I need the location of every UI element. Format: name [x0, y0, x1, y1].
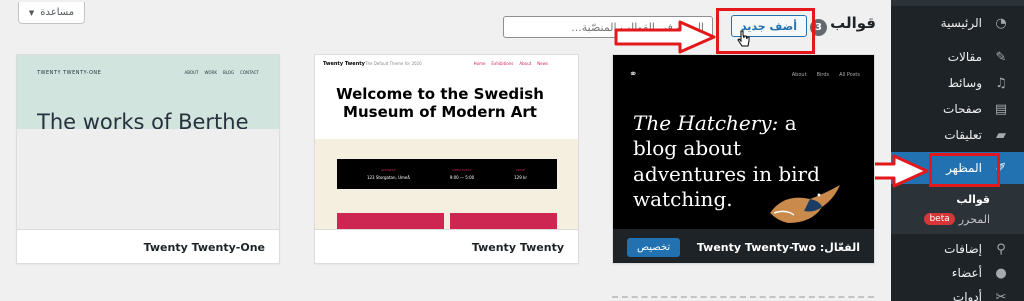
- theme-name-bar: Twenty Twenty: [315, 229, 578, 263]
- page-icon: ▤: [994, 101, 1008, 117]
- active-prefix: الفعّال:: [819, 240, 860, 254]
- info-key: PRICE: [516, 168, 525, 172]
- sidebar-item-label: وسائط: [947, 76, 982, 90]
- help-tab-button[interactable]: ▼ مساعدة: [18, 2, 85, 24]
- preview-nav-item: About: [791, 72, 807, 78]
- preview-info-bar: ADDRESS 123 Storgatan, Umeå OPEN TODAY 9…: [337, 159, 557, 189]
- help-tab-label: مساعدة: [40, 7, 75, 18]
- info-key: OPEN TODAY: [452, 168, 472, 172]
- preview-info-item: OPEN TODAY 9:00 — 5:00: [450, 168, 475, 180]
- preview-tagline: The Default Theme for 2020: [365, 61, 422, 66]
- preview-nav: About Birds All Posts: [792, 72, 860, 78]
- preview-block: [337, 213, 444, 229]
- theme-name-bar: الفعّال: Twenty Twenty-Two تخصيص: [613, 229, 874, 263]
- tools-icon: ✂: [995, 289, 1007, 301]
- submenu-item-editor[interactable]: المحرر beta: [891, 208, 1024, 230]
- binoculars-icon: ⚭: [629, 69, 638, 80]
- theme-card[interactable]: Twenty Twenty The Default Theme for 2020…: [314, 54, 579, 264]
- customize-button[interactable]: تخصيص: [627, 237, 681, 257]
- sidebar-item-dashboard[interactable]: ◔ الرئيسية: [891, 10, 1024, 36]
- bird-illustration: [770, 185, 840, 223]
- theme-name-bar: Twenty Twenty-One: [17, 229, 279, 263]
- admin-sidebar: ◔ الرئيسية ✎ مقالات ♫ وسائط ▤ صفحات ▰ تع…: [883, 0, 1024, 301]
- sidebar-item-label: تعليقات: [944, 128, 982, 142]
- preview-fade-area: [17, 129, 279, 229]
- theme-card[interactable]: TWENTY TWENTY-ONE ABOUT WORK BLOG CONTAC…: [16, 54, 280, 264]
- beta-badge: beta: [924, 213, 955, 225]
- preview-nav-item: CONTACT: [240, 70, 259, 75]
- sidebar-item-pages[interactable]: ▤ صفحات: [891, 96, 1024, 122]
- preview-nav: Home Exhibitions About News: [474, 61, 548, 66]
- sidebar-item-media[interactable]: ♫ وسائط: [891, 70, 1024, 96]
- preview-nav-item: ABOUT: [184, 70, 199, 75]
- active-theme-label: الفعّال: Twenty Twenty-Two: [697, 241, 860, 254]
- sidebar-item-label: مقالات: [947, 50, 982, 64]
- theme-screenshot: TWENTY TWENTY-ONE ABOUT WORK BLOG CONTAC…: [17, 55, 279, 229]
- preview-nav-item: News: [537, 61, 548, 66]
- submenu-item-themes[interactable]: قوالب: [891, 188, 1024, 210]
- sidebar-item-tools[interactable]: ✂ أدوات: [891, 284, 1024, 301]
- sidebar-item-label: إضافات: [944, 242, 982, 256]
- pin-icon: ✎: [995, 49, 1007, 65]
- preview-heading: The works of Berthe Morisot: [37, 110, 249, 129]
- preview-nav-item: BLOG: [222, 70, 235, 75]
- preview-heading: Welcome to the Swedish Museum of Modern …: [336, 85, 544, 121]
- preview-info-item: ADDRESS 123 Storgatan, Umeå: [367, 168, 410, 180]
- preview-nav: ABOUT WORK BLOG CONTACT: [185, 70, 260, 75]
- info-value: 129 kr: [514, 175, 528, 180]
- appearance-submenu: قوالب المحرر beta: [891, 184, 1024, 234]
- sidebar-top-strip: [891, 0, 1024, 6]
- dashboard-icon: ◔: [995, 15, 1007, 31]
- caret-down-icon: ▼: [28, 8, 35, 17]
- pointer-cursor-icon: [737, 30, 750, 47]
- preview-header-area: Twenty Twenty The Default Theme for 2020…: [315, 55, 578, 139]
- theme-card-active[interactable]: ⚭ About Birds All Posts The Hatchery: a …: [612, 54, 875, 264]
- submenu-item-label: المحرر: [958, 212, 990, 226]
- theme-name: Twenty Twenty-One: [143, 241, 265, 254]
- sidebar-item-label: أدوات: [952, 290, 982, 301]
- sidebar-item-users[interactable]: ● أعضاء: [891, 260, 1024, 286]
- preview-info-item: PRICE 129 kr: [514, 168, 527, 180]
- sidebar-item-plugins[interactable]: ⚲ إضافات: [891, 236, 1024, 262]
- add-theme-placeholder: [612, 296, 874, 301]
- preview-nav-item: Birds: [816, 72, 830, 78]
- page-title: قوالب: [830, 14, 876, 32]
- users-icon: ●: [995, 265, 1007, 281]
- sidebar-item-label: صفحات: [943, 102, 982, 116]
- preview-nav-item: Exhibitions: [491, 61, 514, 66]
- comment-icon: ▰: [996, 127, 1006, 143]
- preview-nav-item: All Posts: [839, 72, 860, 78]
- submenu-item-label: قوالب: [956, 192, 990, 206]
- highlight-box-add-new: [716, 8, 815, 54]
- sidebar-item-label: أعضاء: [951, 266, 982, 280]
- theme-name: Twenty Twenty: [471, 241, 564, 254]
- preview-nav-item: About: [519, 61, 532, 66]
- arrow-right-icon: [614, 20, 716, 54]
- preview-block: [450, 213, 557, 229]
- theme-screenshot: Twenty Twenty The Default Theme for 2020…: [315, 55, 578, 229]
- preview-nav-item: WORK: [204, 70, 217, 75]
- preview-brand: Twenty Twenty: [323, 61, 365, 67]
- info-key: ADDRESS: [381, 168, 396, 172]
- theme-screenshot: ⚭ About Birds All Posts The Hatchery: a …: [613, 55, 874, 229]
- sidebar-item-label: الرئيسية: [940, 16, 982, 30]
- info-value: 9:00 — 5:00: [449, 175, 475, 180]
- media-icon: ♫: [995, 75, 1007, 91]
- highlight-box-appearance: [929, 153, 1000, 187]
- preview-heading-em: The Hatchery:: [633, 111, 779, 135]
- plugin-icon: ⚲: [996, 241, 1006, 257]
- preview-image-blocks: [337, 213, 557, 229]
- preview-brand: TWENTY TWENTY-ONE: [37, 70, 102, 76]
- theme-name: Twenty Twenty-Two: [696, 240, 817, 254]
- sidebar-item-comments[interactable]: ▰ تعليقات: [891, 122, 1024, 148]
- preview-nav-item: Home: [473, 61, 486, 66]
- info-value: 123 Storgatan, Umeå: [366, 175, 410, 180]
- sidebar-item-posts[interactable]: ✎ مقالات: [891, 44, 1024, 70]
